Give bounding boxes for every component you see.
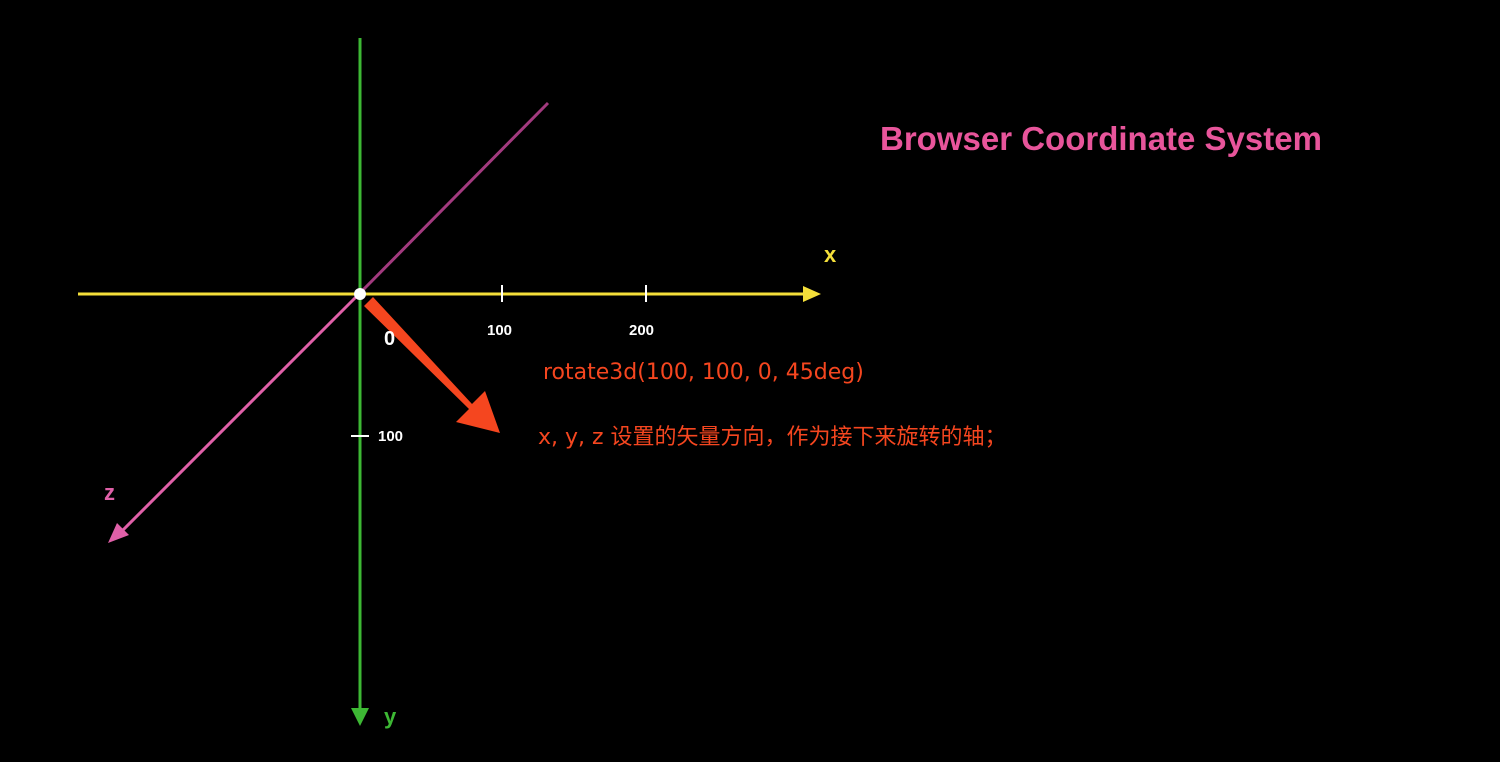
y-tick-label-100: 100 [378,428,404,445]
z-axis-back-line [358,101,550,295]
z-axis-line [118,291,362,535]
y-axis-arrowhead [351,708,369,726]
annotation-axis-description: x, y, z 设置的矢量方向，作为接下来旋转的轴； [538,425,1007,450]
z-axis-label: z [104,480,115,505]
x-tick-label-200: 200 [629,322,655,339]
origin-label: 0 [384,328,396,350]
annotation-rotate3d: rotate3d(100, 100, 0, 45deg) [543,360,864,385]
y-axis-label: y [384,704,397,729]
origin-point [354,288,366,300]
x-axis-arrowhead [803,286,821,302]
x-tick-label-100: 100 [487,322,513,339]
x-axis-label: x [824,242,837,267]
diagram-title: Browser Coordinate System [880,120,1322,157]
rotation-vector-arrow [364,297,500,433]
